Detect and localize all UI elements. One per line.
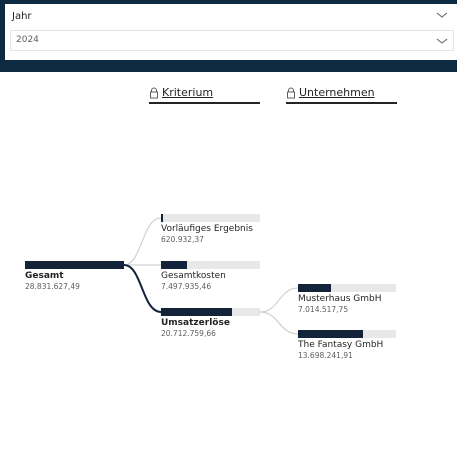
node-bar xyxy=(25,261,124,269)
chevron-down-icon[interactable] xyxy=(435,9,449,21)
slicer-title: Jahr xyxy=(12,11,32,22)
node-value: 7.014.517,75 xyxy=(298,305,349,314)
tree-node-the-fantasy-gmbh[interactable]: The Fantasy GmbH 13.698.241,91 xyxy=(298,330,396,364)
node-value: 28.831.627,49 xyxy=(25,282,80,291)
link-gesamt-umsatzerloese xyxy=(123,264,162,313)
node-value: 7.497.935,46 xyxy=(161,282,212,291)
link-umsatz-fantasy xyxy=(259,311,299,335)
year-dropdown-value: 2024 xyxy=(16,35,39,45)
year-slicer: Jahr 2024 xyxy=(5,4,457,60)
node-bar xyxy=(161,308,232,316)
node-label: Vorläufiges Ergebnis xyxy=(161,224,253,234)
node-bar-track xyxy=(161,214,260,222)
link-gesamt-vorlaeufiges xyxy=(123,217,162,266)
node-bar xyxy=(298,330,363,338)
node-label: Gesamt xyxy=(25,271,64,281)
node-bar xyxy=(298,284,331,292)
decomposition-tree: Kriterium Unternehmen Gesamt 28.831.627,… xyxy=(0,72,457,454)
year-dropdown[interactable]: 2024 xyxy=(10,30,454,51)
tree-node-umsatzerloese[interactable]: Umsatzerlöse 20.712.759,66 xyxy=(161,308,260,342)
tree-node-gesamt[interactable]: Gesamt 28.831.627,49 xyxy=(25,261,124,295)
node-bar xyxy=(161,261,187,269)
node-value: 620.932,37 xyxy=(161,235,204,244)
node-value: 13.698.241,91 xyxy=(298,351,353,360)
node-label: Gesamtkosten xyxy=(161,271,226,281)
node-label: Umsatzerlöse xyxy=(161,318,230,328)
node-bar xyxy=(161,214,163,222)
node-label: Musterhaus GmbH xyxy=(298,294,382,304)
link-umsatz-musterhaus xyxy=(259,287,299,313)
tree-node-vorlaeufiges-ergebnis[interactable]: Vorläufiges Ergebnis 620.932,37 xyxy=(161,214,260,248)
node-value: 20.712.759,66 xyxy=(161,329,216,338)
tree-node-gesamtkosten[interactable]: Gesamtkosten 7.497.935,46 xyxy=(161,261,260,295)
node-label: The Fantasy GmbH xyxy=(298,340,384,350)
chevron-down-icon xyxy=(436,38,448,44)
tree-node-musterhaus-gmbh[interactable]: Musterhaus GmbH 7.014.517,75 xyxy=(298,284,396,318)
